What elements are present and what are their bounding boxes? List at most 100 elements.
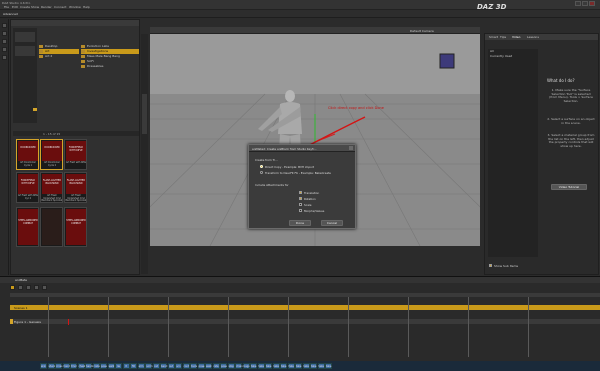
- product-thumbnail[interactable]: FORCEFIELD WITH RIFLE Art Field with Rifl…: [64, 139, 87, 170]
- product-thumbnail[interactable]: FLASH-LIGHTED BACKHAND Art Flash Undershe…: [40, 172, 63, 203]
- bottom-tab[interactable]: hand: [62, 363, 70, 369]
- tool-icon[interactable]: [2, 47, 7, 52]
- bottom-tab[interactable]: fake: [287, 363, 295, 369]
- list-item[interactable]: Currently Used: [488, 54, 538, 59]
- product-thumbnail[interactable]: FORCEFIELD WITH RIFLE Art Field with Rifl…: [16, 172, 39, 203]
- bottom-tab[interactable]: out: [167, 363, 175, 369]
- direct-copy-radio[interactable]: [260, 165, 263, 168]
- bottom-tab[interactable]: norm: [145, 363, 153, 369]
- tool-icon[interactable]: [2, 31, 7, 36]
- tool-icon[interactable]: [2, 55, 7, 60]
- tool-icon[interactable]: [2, 23, 7, 28]
- tab-tips[interactable]: Tips: [500, 35, 506, 39]
- menu-file[interactable]: File: [4, 5, 9, 9]
- tab-animate[interactable]: aniMate: [15, 278, 27, 282]
- bottom-tab[interactable]: lt: [122, 363, 130, 369]
- bottom-tab[interactable]: stop: [227, 363, 235, 369]
- product-thumbnail[interactable]: STEEL-ARMORED COMBAT: [64, 207, 87, 247]
- show-sub-items-checkbox[interactable]: [489, 264, 492, 267]
- vertical-tab[interactable]: [142, 94, 147, 134]
- next-key-icon[interactable]: [42, 285, 47, 290]
- maximize-icon[interactable]: [582, 1, 588, 6]
- create-aniblock-dialog: aniMate2: Create aniBlock from Studio Ke…: [248, 144, 356, 229]
- grid-tick: [228, 297, 229, 357]
- tree-item[interactable]: Art 2: [39, 54, 79, 59]
- menu-show[interactable]: Show: [31, 5, 39, 9]
- bottom-tab[interactable]: scn: [175, 363, 182, 369]
- bottom-tab[interactable]: take: [317, 363, 325, 369]
- cancel-button[interactable]: Cancel: [321, 220, 343, 226]
- bottom-tab[interactable]: take: [265, 363, 272, 369]
- camera-select[interactable]: Default Camera: [410, 29, 434, 33]
- bottom-tab[interactable]: take: [257, 363, 265, 369]
- loop-icon[interactable]: [26, 285, 31, 290]
- menu-help[interactable]: Help: [83, 5, 90, 9]
- tab-video[interactable]: Video: [512, 35, 520, 39]
- playhead[interactable]: [68, 319, 69, 325]
- nav-icon[interactable]: [15, 32, 35, 42]
- bottom-tab[interactable]: tmor: [70, 363, 77, 369]
- done-button[interactable]: Done: [289, 220, 311, 226]
- bottom-tab[interactable]: walk: [107, 363, 115, 369]
- bottom-tab[interactable]: shade: [47, 363, 56, 369]
- bottom-tab[interactable]: pose: [220, 363, 227, 369]
- scale-checkbox[interactable]: [299, 203, 302, 206]
- play-icon[interactable]: [10, 285, 15, 290]
- timeline-grid: [10, 297, 600, 357]
- bottom-tab[interactable]: bend: [160, 363, 167, 369]
- bottom-tab[interactable]: take: [250, 363, 257, 369]
- bottom-tab[interactable]: take: [280, 363, 287, 369]
- menu-render[interactable]: Render: [41, 5, 52, 9]
- morphs-checkbox[interactable]: [299, 209, 302, 212]
- minimize-icon[interactable]: [575, 1, 581, 6]
- bottom-tab[interactable]: take: [272, 363, 280, 369]
- tool-icon[interactable]: [2, 39, 7, 44]
- folder-item[interactable]: Dressables: [81, 64, 139, 69]
- bottom-tab[interactable]: cont: [182, 363, 190, 369]
- menu-edit[interactable]: Edit: [12, 5, 18, 9]
- product-thumbnail[interactable]: FLASH-LIGHTED BACKHAND Art Flash Undershe…: [64, 172, 87, 203]
- bottom-tab[interactable]: skin: [40, 363, 47, 369]
- prev-key-icon[interactable]: [34, 285, 39, 290]
- view-cube-icon[interactable]: [439, 53, 455, 69]
- bottom-tab[interactable]: pose: [100, 363, 107, 369]
- translation-checkbox[interactable]: [299, 191, 302, 194]
- bottom-tab[interactable]: bugs: [242, 363, 250, 369]
- bottom-tab[interactable]: hands: [85, 363, 94, 369]
- stop-icon[interactable]: [18, 285, 23, 290]
- tab-advanced[interactable]: Advanced: [3, 12, 18, 16]
- bottom-tab[interactable]: cross: [55, 363, 62, 369]
- bottom-tab[interactable]: fill: [130, 363, 137, 369]
- tab-smart[interactable]: Smart: [489, 35, 498, 39]
- bottom-tab[interactable]: cat: [152, 363, 160, 369]
- bottom-tab[interactable]: rate: [212, 363, 220, 369]
- bottom-tab[interactable]: walk: [205, 363, 212, 369]
- close-icon[interactable]: [349, 146, 353, 150]
- tab-lessons[interactable]: Lessons: [527, 35, 539, 39]
- menu-connect[interactable]: Connect: [54, 5, 66, 9]
- bottom-tab[interactable]: arm: [137, 363, 145, 369]
- instruction-annotation: Click direct copy and click Done: [328, 106, 384, 110]
- product-thumbnail[interactable]: DOORKICKER Art Doorkicker Cycle 2: [40, 139, 63, 170]
- bottom-tab[interactable]: pose: [197, 363, 205, 369]
- bottom-tab[interactable]: tools: [190, 363, 197, 369]
- product-thumbnail[interactable]: DOORKICKER Art Doorkicker Cycle 1: [16, 139, 39, 170]
- product-thumbnail[interactable]: STEEL-ARMORED COMBAT: [16, 207, 39, 247]
- menu-window[interactable]: Window: [69, 5, 81, 9]
- bottom-tab[interactable]: take: [302, 363, 310, 369]
- nav-icon[interactable]: [15, 46, 35, 56]
- rotation-checkbox[interactable]: [299, 197, 302, 200]
- rotation-label: Rotation: [304, 197, 316, 201]
- bottom-tab[interactable]: roster: [92, 363, 101, 369]
- video-tutorial-button[interactable]: Video Tutorial: [551, 184, 587, 190]
- bottom-tab[interactable]: chain: [235, 363, 243, 369]
- menu-create[interactable]: Create: [20, 5, 30, 9]
- bottom-tab[interactable]: cheat: [77, 363, 86, 369]
- close-icon[interactable]: [589, 1, 595, 6]
- bottom-tab[interactable]: take: [310, 363, 317, 369]
- product-thumbnail[interactable]: [40, 207, 63, 247]
- bottom-tab[interactable]: lie: [115, 363, 122, 369]
- bottom-tab[interactable]: take: [295, 363, 302, 369]
- transform-radio[interactable]: [260, 171, 263, 174]
- bottom-tab[interactable]: take: [325, 363, 332, 369]
